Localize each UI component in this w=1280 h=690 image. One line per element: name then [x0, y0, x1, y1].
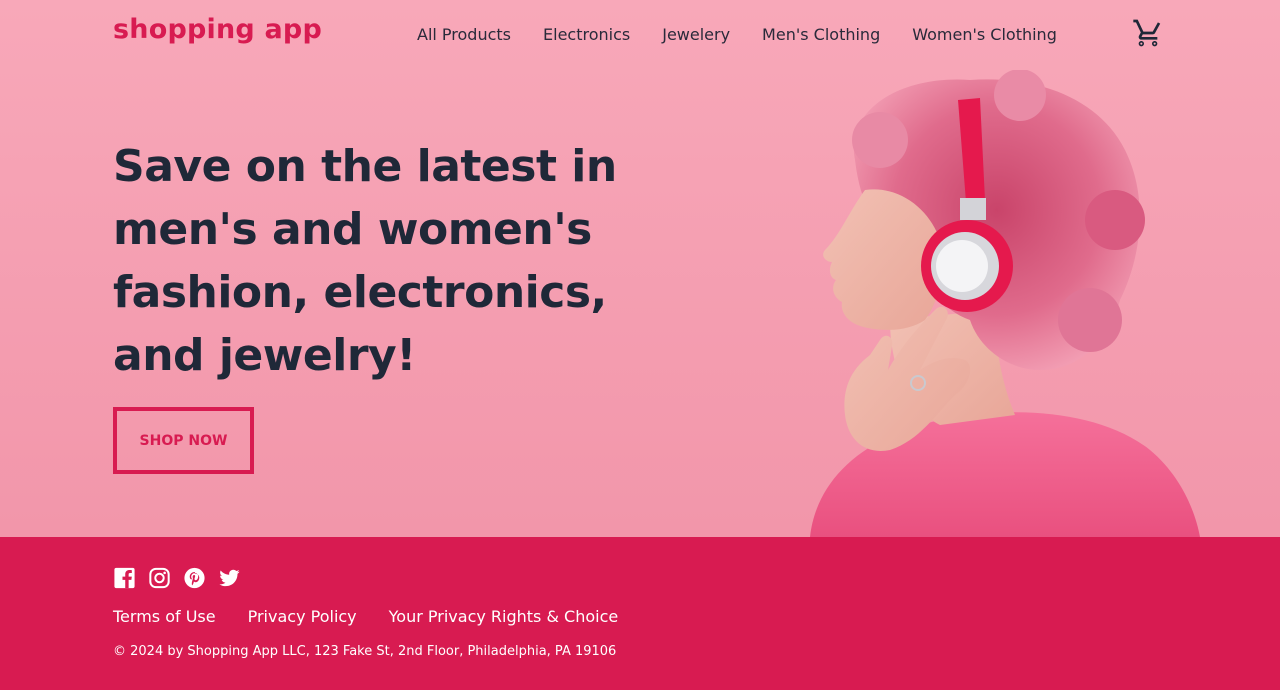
facebook-icon[interactable] [113, 567, 136, 589]
copyright-text: © 2024 by Shopping App LLC, 123 Fake St,… [113, 644, 617, 659]
nav-electronics[interactable]: Electronics [543, 25, 630, 44]
hero-section: shopping app All Products Electronics Je… [0, 0, 1280, 537]
instagram-icon[interactable] [148, 567, 171, 589]
nav-womens-clothing[interactable]: Women's Clothing [912, 25, 1057, 44]
social-links [113, 567, 241, 589]
shop-now-button[interactable]: SHOP NOW [113, 407, 254, 474]
woman-with-headphones-image [810, 70, 1200, 537]
hero-headline: Save on the latest in men's and women's … [113, 141, 617, 381]
header: shopping app All Products Electronics Je… [0, 0, 1280, 70]
footer: Terms of Use Privacy Policy Your Privacy… [0, 537, 1280, 690]
nav-mens-clothing[interactable]: Men's Clothing [762, 25, 880, 44]
nav-all-products[interactable]: All Products [417, 25, 511, 44]
main-nav: All Products Electronics Jewelery Men's … [417, 25, 1089, 44]
nav-jewelery[interactable]: Jewelery [662, 25, 730, 44]
terms-of-use-link[interactable]: Terms of Use [113, 607, 216, 626]
shopping-cart-icon[interactable] [1132, 17, 1164, 49]
footer-links: Terms of Use Privacy Policy Your Privacy… [113, 607, 650, 626]
privacy-policy-link[interactable]: Privacy Policy [248, 607, 357, 626]
privacy-rights-link[interactable]: Your Privacy Rights & Choice [389, 607, 619, 626]
twitter-icon[interactable] [218, 567, 241, 589]
logo[interactable]: shopping app [113, 14, 322, 45]
pinterest-icon[interactable] [183, 567, 206, 589]
